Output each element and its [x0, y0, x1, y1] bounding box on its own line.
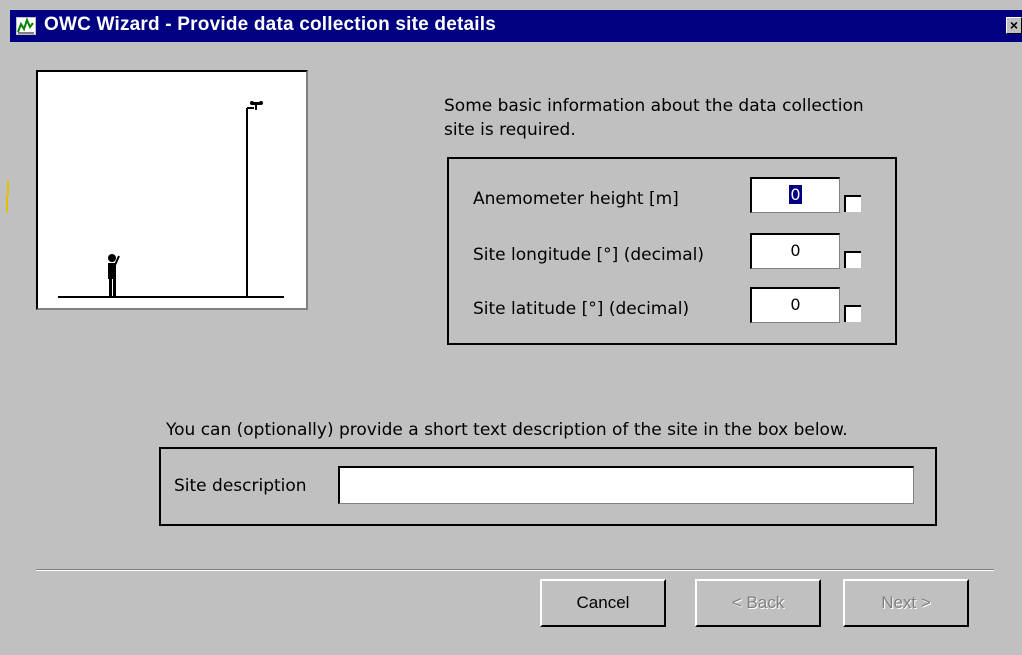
site-illustration — [36, 70, 308, 310]
intro-text: Some basic information about the data co… — [444, 96, 864, 140]
description-prompt: You can (optionally) provide a short tex… — [166, 420, 848, 440]
anemometer-height-checkbox[interactable] — [844, 195, 861, 212]
person-figure — [108, 254, 120, 296]
next-button[interactable]: Next > — [843, 579, 969, 627]
latitude-value: 0 — [790, 295, 801, 314]
chart-icon — [16, 17, 36, 35]
site-description-label: Site description — [174, 476, 307, 496]
latitude-input[interactable]: 0 — [750, 287, 840, 323]
longitude-checkbox[interactable] — [844, 251, 861, 268]
latitude-checkbox[interactable] — [844, 305, 861, 322]
window-left-edge — [0, 0, 10, 655]
separator-highlight — [36, 570, 994, 571]
close-icon: × — [1009, 17, 1019, 33]
site-description-input[interactable] — [338, 466, 914, 504]
edge-mark — [7, 180, 9, 196]
window-title: OWC Wizard - Provide data collection sit… — [44, 14, 496, 35]
back-button[interactable]: < Back — [695, 579, 821, 627]
site-fields-group: Anemometer height [m] 0 Site longitude [… — [447, 157, 897, 345]
longitude-value: 0 — [790, 241, 801, 260]
close-button[interactable]: × — [1006, 17, 1022, 34]
anemometer-height-label: Anemometer height [m] — [473, 189, 679, 209]
title-bar[interactable]: OWC Wizard - Provide data collection sit… — [10, 10, 1022, 42]
longitude-input[interactable]: 0 — [750, 233, 840, 269]
anemometer-height-input[interactable]: 0 — [750, 177, 840, 213]
latitude-label: Site latitude [°] (decimal) — [473, 299, 690, 319]
edge-mark — [6, 196, 8, 212]
cancel-button[interactable]: Cancel — [540, 579, 666, 627]
anemometer-height-value: 0 — [789, 185, 802, 204]
longitude-label: Site longitude [°] (decimal) — [473, 245, 705, 265]
anemometer-mast-illustration — [58, 101, 284, 298]
